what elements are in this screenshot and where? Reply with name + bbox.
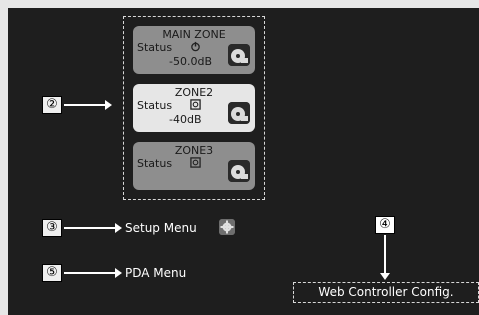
zone-volume: -40dB: [169, 113, 202, 126]
zone-name: ZONE2: [174, 86, 214, 99]
arrow-right-icon: [64, 268, 122, 278]
power-icon: [191, 41, 200, 52]
arrow-right-icon: [64, 100, 112, 110]
zone-name: MAIN ZONE: [162, 28, 226, 41]
zone-group: MAIN ZONE Status -50.0dB ZONE2 Status -4…: [123, 16, 265, 200]
callout-4: ④: [375, 216, 395, 234]
gear-icon[interactable]: [219, 219, 235, 235]
arrow-right-icon: [64, 223, 122, 233]
zone-card-zone3[interactable]: ZONE3 Status: [133, 142, 255, 190]
source-disc-icon[interactable]: [228, 160, 250, 182]
pda-menu-link[interactable]: PDA Menu: [125, 266, 186, 280]
zone-volume: -50.0dB: [169, 55, 212, 68]
web-controller-config-link[interactable]: Web Controller Config.: [293, 282, 479, 303]
zone-card-zone2[interactable]: ZONE2 Status -40dB: [133, 84, 255, 132]
callout-2: ②: [42, 96, 62, 114]
zone-status-label: Status: [137, 41, 173, 54]
arrow-down-icon: [380, 235, 390, 280]
standby-icon: [190, 99, 201, 110]
zone-status-label: Status: [137, 99, 173, 112]
source-disc-icon[interactable]: [228, 102, 250, 124]
zone-status-label: Status: [137, 157, 173, 170]
source-disc-icon[interactable]: [228, 44, 250, 66]
zone-card-main[interactable]: MAIN ZONE Status -50.0dB: [133, 26, 255, 74]
screen-panel: MAIN ZONE Status -50.0dB ZONE2 Status -4…: [8, 8, 479, 315]
callout-3: ③: [42, 219, 62, 237]
standby-icon: [190, 157, 201, 168]
setup-menu-link[interactable]: Setup Menu: [125, 221, 197, 235]
callout-5: ⑤: [42, 264, 62, 282]
zone-name: ZONE3: [174, 144, 214, 157]
